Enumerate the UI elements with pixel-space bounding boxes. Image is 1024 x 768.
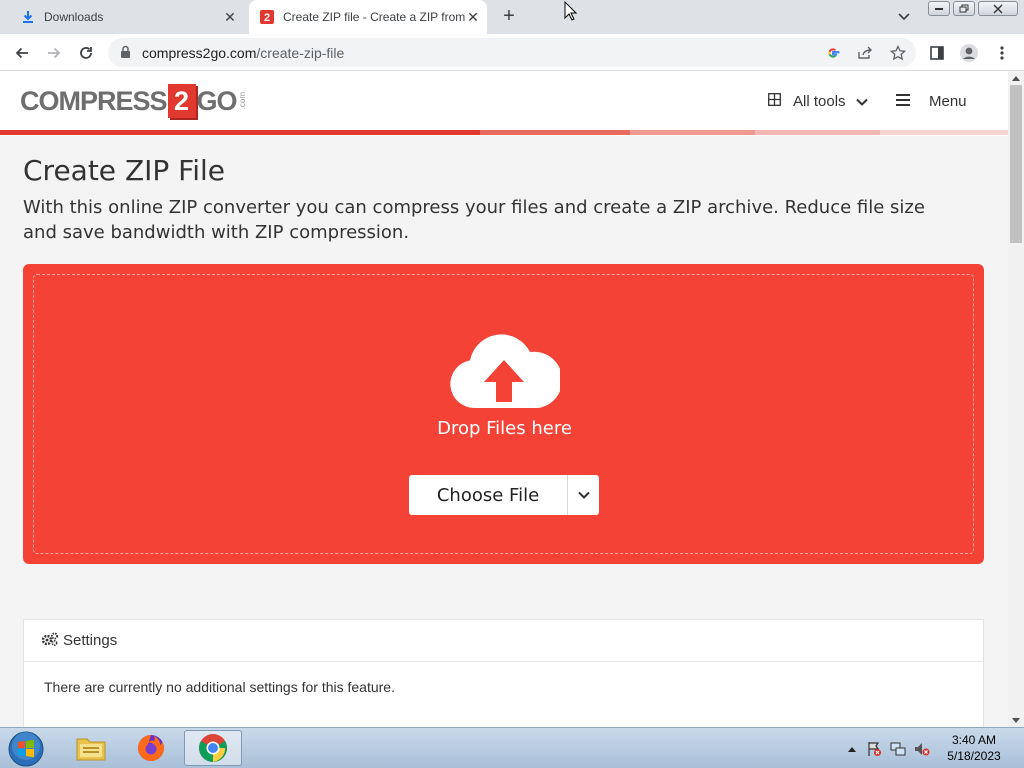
url-host: compress2go.com <box>142 45 257 61</box>
menu-button[interactable]: Menu <box>896 91 967 111</box>
more-options-icon[interactable] <box>990 41 1014 65</box>
scroll-up-arrow-icon[interactable] <box>1008 71 1024 85</box>
url-text: compress2go.com/create-zip-file <box>142 45 344 61</box>
upload-panel: Drop Files here Choose File <box>23 264 984 564</box>
choose-file-button-group: Choose File <box>409 475 599 515</box>
chrome-icon <box>199 734 227 762</box>
hamburger-icon <box>896 93 910 110</box>
tab-search-icon[interactable] <box>894 8 914 26</box>
window-close-button[interactable] <box>978 1 1018 16</box>
tab-create-zip[interactable]: 2 Create ZIP file - Create a ZIP from ✕ <box>249 0 487 34</box>
google-icon[interactable] <box>824 44 842 62</box>
forward-button[interactable] <box>42 41 66 65</box>
page-title: Create ZIP File <box>23 154 226 187</box>
chevron-down-icon <box>855 93 868 110</box>
mouse-cursor-icon <box>564 1 578 21</box>
menu-label: Menu <box>929 92 967 110</box>
profile-avatar-icon[interactable] <box>957 41 981 65</box>
taskbar-file-explorer[interactable] <box>62 730 120 766</box>
compress2go-favicon-icon: 2 <box>259 9 275 25</box>
all-tools-label: All tools <box>793 92 846 110</box>
folder-icon <box>76 738 106 761</box>
firefox-icon <box>138 735 164 761</box>
upload-source-dropdown[interactable] <box>568 475 599 515</box>
system-clock[interactable]: 3:40 AM 5/18/2023 <box>932 732 1016 764</box>
lock-icon[interactable] <box>120 45 131 64</box>
svg-text:2: 2 <box>264 12 270 24</box>
scroll-down-arrow-icon[interactable] <box>1008 713 1024 727</box>
tab-title: Downloads <box>44 10 104 24</box>
action-center-flag-icon[interactable] <box>866 741 882 757</box>
start-button[interactable] <box>6 730 46 768</box>
page-viewport: COMPRESS 2 GO .com All tools Menu Create… <box>0 71 1008 727</box>
close-tab-icon[interactable]: ✕ <box>465 9 481 25</box>
settings-header: Settings <box>24 620 983 662</box>
grid-icon <box>768 92 781 110</box>
tab-title: Create ZIP file - Create a ZIP from <box>283 10 465 24</box>
page-description: With this online ZIP converter you can c… <box>23 197 925 243</box>
taskbar-chrome[interactable] <box>184 730 242 766</box>
windows-logo-icon <box>8 731 44 767</box>
logo-text-go: GO <box>196 85 238 116</box>
scrollbar-thumb[interactable] <box>1010 85 1022 243</box>
site-header: COMPRESS 2 GO .com All tools Menu <box>0 71 1008 136</box>
compress2go-logo[interactable]: COMPRESS 2 GO .com <box>20 83 247 119</box>
share-icon[interactable] <box>856 44 874 62</box>
close-tab-icon[interactable]: ✕ <box>222 9 238 25</box>
show-hidden-icons-arrow-icon[interactable] <box>844 741 860 757</box>
window-minimize-button[interactable] <box>928 1 950 16</box>
clock-date: 5/18/2023 <box>947 749 1001 763</box>
settings-heading: Settings <box>63 632 118 649</box>
settings-message: There are currently no additional settin… <box>44 679 395 695</box>
new-tab-button[interactable]: + <box>498 5 520 27</box>
side-panel-icon[interactable] <box>925 41 949 65</box>
logo-digit: 2 <box>167 84 196 118</box>
chevron-down-icon <box>577 486 590 504</box>
page-scrollbar[interactable] <box>1008 71 1024 727</box>
all-tools-dropdown[interactable]: All tools <box>768 91 868 111</box>
tab-downloads[interactable]: Downloads ✕ <box>12 0 244 34</box>
back-button[interactable] <box>10 41 34 65</box>
clock-time: 3:40 AM <box>951 733 997 747</box>
download-icon <box>20 9 36 25</box>
choose-file-button[interactable]: Choose File <box>409 475 568 515</box>
cloud-upload-icon <box>450 334 560 408</box>
bookmark-star-icon[interactable] <box>889 44 907 62</box>
url-path: /create-zip-file <box>256 45 345 61</box>
window-restore-button[interactable] <box>953 1 975 16</box>
address-bar[interactable]: compress2go.com/create-zip-file <box>108 38 916 67</box>
drop-files-label: Drop Files here <box>437 418 572 439</box>
volume-muted-icon[interactable] <box>914 741 930 757</box>
header-accent-stripe <box>0 130 1008 135</box>
reload-button[interactable] <box>74 41 98 65</box>
windows-taskbar: 3:40 AM 5/18/2023 <box>0 727 1024 768</box>
network-icon[interactable] <box>890 741 906 757</box>
settings-panel: Settings There are currently no addition… <box>23 619 984 727</box>
file-drop-zone[interactable]: Drop Files here Choose File <box>33 274 974 554</box>
logo-suffix: .com <box>237 92 247 110</box>
gears-icon <box>41 632 59 650</box>
browser-toolbar: compress2go.com/create-zip-file <box>0 34 1024 71</box>
browser-tab-strip: Downloads ✕ 2 Create ZIP file - Create a… <box>0 0 1024 34</box>
taskbar-firefox[interactable] <box>122 730 180 766</box>
logo-text-compress: COMPRESS <box>20 85 168 116</box>
